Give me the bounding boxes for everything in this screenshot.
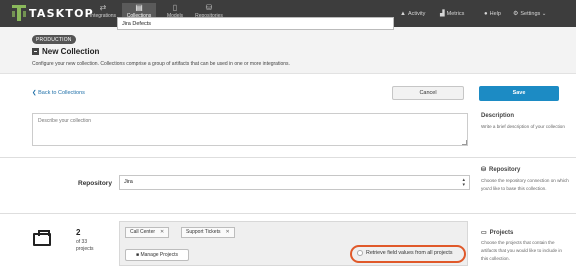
annotation-highlight-ring <box>350 245 466 263</box>
nav-help-label: Help <box>489 10 501 17</box>
gear-icon: ⚙ <box>513 11 519 17</box>
cancel-button[interactable]: Cancel <box>392 86 464 100</box>
save-button[interactable]: Save <box>479 86 559 101</box>
project-unit-text: projects <box>76 246 94 252</box>
models-icon: ▯ <box>172 3 178 12</box>
resize-grip-icon[interactable] <box>462 140 467 145</box>
project-tag: Call Center ✕ <box>125 227 170 238</box>
nav-activity[interactable]: ▲ Activity <box>400 0 425 27</box>
section-divider <box>0 157 576 158</box>
select-arrows-icon: ▴ ▾ <box>462 177 465 188</box>
nav-activity-label: Activity <box>407 10 426 17</box>
title-row: New Collection <box>32 45 99 57</box>
project-count: 2 <box>76 228 81 237</box>
project-tag-label: Support Tickets <box>186 229 221 235</box>
collection-header: PRODUCTION New Collection Configure your… <box>0 27 576 74</box>
nav-settings-label: Settings ⌄ <box>520 10 547 17</box>
repository-select[interactable]: Jira ▴ ▾ <box>119 175 470 190</box>
nav-integrations-label: Integrations <box>89 13 117 19</box>
nav-metrics[interactable]: ▟ Metrics <box>440 0 464 27</box>
projects-help-title-row: ▭ Projects <box>481 229 513 236</box>
project-of-text: of 33 <box>76 239 88 245</box>
project-tag: Support Tickets ✕ <box>181 227 235 238</box>
section-divider <box>0 213 576 214</box>
nav-help[interactable]: ● Help <box>484 0 501 27</box>
project-total: of 33 projects <box>76 239 94 253</box>
repository-label: Repository <box>78 180 112 187</box>
nav-metrics-label: Metrics <box>446 10 465 17</box>
folder-icon: ▭ <box>481 230 487 236</box>
manage-projects-label: Manage Projects <box>140 252 178 258</box>
page-subtitle: Configure your new collection. Collectio… <box>32 61 290 67</box>
integrations-icon: ⇄ <box>99 3 107 12</box>
logo-text: TASKTOP <box>29 6 94 20</box>
description-input[interactable] <box>32 113 468 146</box>
page-title: New Collection <box>42 46 100 56</box>
nav-integrations[interactable]: ⇄ Integrations <box>86 3 120 25</box>
nav-settings[interactable]: ⚙ Settings ⌄ <box>513 0 546 27</box>
briefcase-icon <box>33 230 51 246</box>
remove-tag-icon[interactable]: ✕ <box>160 228 164 237</box>
description-help-text: Write a brief description of your collec… <box>481 124 565 129</box>
repositories-icon: ⛁ <box>205 3 213 12</box>
tasktop-logo[interactable]: TASKTOP <box>12 4 94 22</box>
collection-name-input[interactable] <box>117 17 394 30</box>
logo-mark-icon <box>12 5 26 21</box>
bell-icon: ▲ <box>400 10 406 17</box>
environment-badge: PRODUCTION <box>32 35 76 44</box>
repository-selected-value: Jira <box>124 179 133 185</box>
project-tag-label: Call Center <box>130 229 156 235</box>
repository-icon: ⛁ <box>481 167 487 173</box>
repository-help-title-row: ⛁ Repository <box>481 166 520 173</box>
help-icon: ● <box>484 10 488 17</box>
metrics-icon: ▟ <box>440 11 445 17</box>
manage-projects-button[interactable]: ■ Manage Projects <box>125 249 189 261</box>
collections-icon: ▤ <box>135 3 143 12</box>
archive-icon <box>32 47 39 55</box>
remove-tag-icon[interactable]: ✕ <box>225 228 229 237</box>
repository-help-title: Repository <box>489 167 521 173</box>
projects-help-text: Choose the projects that contain the art… <box>481 240 562 261</box>
briefcase-small-icon: ■ <box>136 252 140 258</box>
repository-help-text: Choose the repository connection on whic… <box>481 178 569 191</box>
projects-help-title: Projects <box>489 230 514 236</box>
back-to-collections-link[interactable]: ❮ Back to Collections <box>32 90 85 96</box>
description-help-title: Description <box>481 113 515 119</box>
